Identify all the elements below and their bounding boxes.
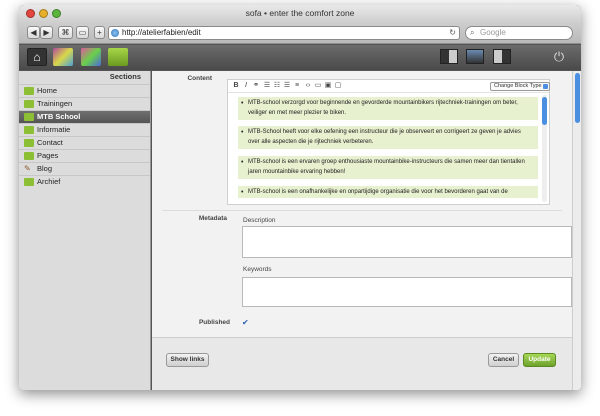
sidebar-item-archief[interactable]: Archief [19,175,150,188]
description-label: Description [243,217,276,224]
globe-icon [111,29,119,37]
unordered-list-icon[interactable]: ☰ [263,82,271,90]
browser-window: sofa • enter the comfort zone ◀ ▶ ⌘ ▭ + … [19,5,581,390]
sidebar-item-informatie[interactable]: Informatie [19,123,150,136]
folder-icon [24,178,34,186]
chevron-down-icon [543,84,548,89]
sidebar-item-pages[interactable]: Pages [19,149,150,162]
indent-icon[interactable]: ☰ [283,82,291,90]
sidebar-item-trainingen[interactable]: Trainingen [19,97,150,110]
folder-icon [24,113,34,121]
published-label: Published [198,319,230,326]
list-item[interactable]: MTB-school is een onafhankelijke en onpa… [238,186,538,198]
keywords-label: Keywords [243,266,272,273]
sidebar-item-mtb-school[interactable]: MTB School [19,110,150,123]
cancel-button[interactable]: Cancel [488,353,519,367]
show-links-button[interactable]: Show links [166,353,209,367]
reload-icon[interactable]: ↻ [449,27,456,39]
list-item[interactable]: MTB-School heeft voor elke oefening een … [238,126,538,149]
address-bar[interactable]: http://atelierfabien/edit ↻ [108,26,460,40]
search-icon: ⌕ [470,28,475,37]
block-type-label: Change Block Type [494,83,542,89]
url-text: http://atelierfabien/edit [122,28,201,37]
code-icon[interactable]: ‹› [304,82,312,90]
align-icon[interactable]: ≡ [293,82,301,90]
sidebar-item-label: Trainingen [37,99,73,108]
forward-button[interactable]: ▶ [40,26,53,39]
search-placeholder: Google [480,28,506,37]
window-title: sofa • enter the comfort zone [245,8,355,18]
sidebar-item-contact[interactable]: Contact [19,136,150,149]
window-titlebar: sofa • enter the comfort zone [19,5,581,22]
sections-sidebar: Sections Home Trainingen MTB School Info… [19,71,151,390]
sidebar-item-blog[interactable]: ✎ Blog [19,162,150,175]
editor-scroll-thumb[interactable] [542,97,547,125]
published-checkbox[interactable]: ✔ [242,319,249,327]
editor-toolbar: B I ⚭ ☰ ☷ ☰ ≡ ‹› ▭ ▣ ▢ Change Block Type [228,80,550,93]
window-controls [26,9,61,18]
list-item[interactable]: MTB-school is een ervaren groep enthousi… [238,156,538,179]
folder-icon [24,87,34,95]
sidebar-item-label: Blog [37,164,53,173]
metadata-label: Metadata [198,215,227,222]
sidebar-title: Sections [109,72,141,81]
bookmark-button[interactable]: ⌘ [58,26,73,39]
html-icon[interactable]: ▢ [334,82,342,90]
themes-icon[interactable] [81,48,101,66]
sidebar-item-label: Home [37,86,58,95]
layout-full-icon[interactable] [466,49,484,64]
home-icon[interactable]: ⌂ [27,48,47,66]
folder-icon [24,152,34,160]
sidebar-item-label: Contact [37,138,63,147]
media-icon[interactable]: ▣ [324,82,332,90]
sidebar-item-home[interactable]: Home [19,84,150,97]
list-item[interactable]: MTB-school verzorgd voor beginnende en g… [238,97,538,120]
back-button[interactable]: ◀ [27,26,40,39]
content-icon[interactable] [108,48,128,66]
layout-left-icon[interactable] [440,49,458,64]
layout-right-icon[interactable] [493,49,511,64]
page-scrollbar[interactable] [572,71,581,390]
search-input[interactable]: ⌕ Google [465,26,573,40]
keywords-field[interactable] [242,277,572,307]
bold-button[interactable]: B [232,82,240,90]
zoom-window-button[interactable] [52,9,61,18]
sidebar-item-label: Pages [37,151,59,160]
minimize-window-button[interactable] [39,9,48,18]
editor-scrollbar[interactable] [542,95,547,202]
close-window-button[interactable] [26,9,35,18]
folder-icon [24,100,34,108]
italic-button[interactable]: I [242,82,250,90]
update-button[interactable]: Update [523,353,556,367]
content-editor[interactable]: B I ⚭ ☰ ☷ ☰ ≡ ‹› ▭ ▣ ▢ Change Block Type… [227,79,550,205]
pencil-icon: ✎ [24,164,31,173]
add-bookmark-button[interactable]: + [94,26,105,39]
browser-toolbar: ◀ ▶ ⌘ ▭ + http://atelierfabien/edit ↻ ⌕ … [19,22,581,44]
sidebar-item-label: Informatie [37,125,71,134]
description-field[interactable] [242,226,572,258]
folder-icon [24,139,34,147]
image-icon[interactable]: ▭ [314,82,322,90]
sidebar-item-label: Archief [37,177,61,186]
divider [162,210,562,211]
power-icon[interactable]: ⏻ [552,50,566,64]
folder-icon [24,126,34,134]
edit-panel: Content B I ⚭ ☰ ☷ ☰ ≡ ‹› ▭ ▣ ▢ Change Bl… [152,71,572,390]
link-button[interactable]: ⚭ [252,82,260,90]
tab-overview-button[interactable]: ▭ [76,26,89,39]
plugins-icon[interactable] [53,48,73,66]
block-type-select[interactable]: Change Block Type [490,82,550,91]
sidebar-item-label: MTB School [37,112,81,121]
form-footer: Show links Cancel Update [152,337,572,390]
app-toolbar: ⌂ ⏻ [19,45,581,70]
content-label: Content [187,75,212,82]
ordered-list-icon[interactable]: ☷ [273,82,281,90]
page-scroll-thumb[interactable] [575,73,580,123]
